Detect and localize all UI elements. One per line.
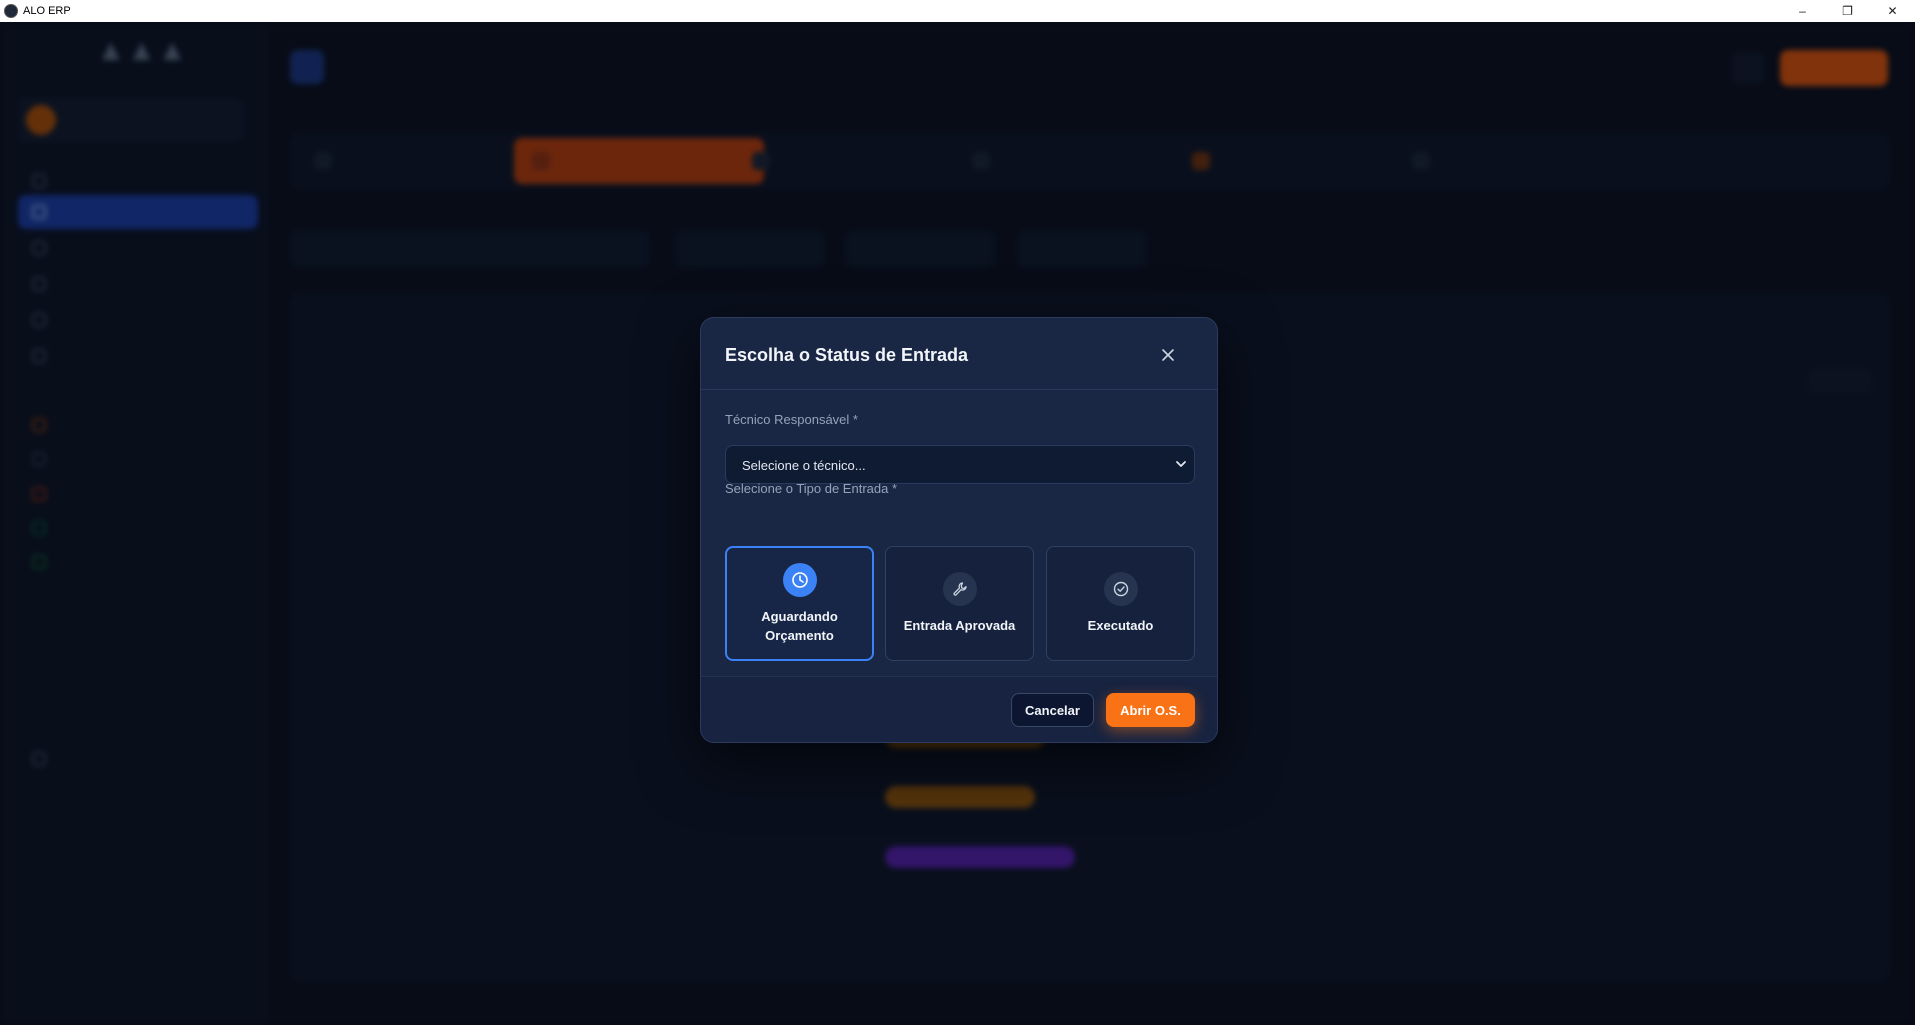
minimize-button[interactable]: –: [1780, 0, 1825, 22]
technician-label: Técnico Responsável *: [725, 412, 858, 427]
dialog-footer: Cancelar Abrir O.S.: [701, 676, 1217, 742]
chevron-down-icon: [1176, 461, 1186, 467]
option-label: Executado: [1087, 618, 1154, 633]
option-awaiting-budget[interactable]: Aguardando Orçamento: [725, 546, 874, 661]
window-titlebar: ALO ERP – ❐ ✕: [0, 0, 1915, 22]
window-title: ALO ERP: [23, 5, 71, 17]
option-entry-approved[interactable]: Entrada Aprovada: [885, 546, 1034, 661]
window-controls: – ❐ ✕: [1780, 0, 1915, 22]
technician-select-value: Selecione o técnico...: [742, 458, 866, 473]
dialog-header: Escolha o Status de Entrada: [701, 318, 1217, 390]
option-label: Entrada Aprovada: [903, 618, 1016, 633]
close-icon: [1162, 349, 1174, 361]
check-circle-icon: [1103, 572, 1138, 606]
technician-select[interactable]: Selecione o técnico...: [725, 445, 1195, 484]
app-logo-icon: [4, 4, 18, 18]
close-dialog-button[interactable]: [1153, 340, 1183, 370]
clock-icon: [782, 562, 817, 597]
cancel-button[interactable]: Cancelar: [1011, 693, 1094, 727]
maximize-button[interactable]: ❐: [1825, 0, 1870, 22]
open-order-button[interactable]: Abrir O.S.: [1106, 693, 1195, 727]
entry-status-dialog: Escolha o Status de Entrada Técnico Resp…: [700, 317, 1218, 743]
entry-type-label: Selecione o Tipo de Entrada *: [725, 481, 898, 496]
option-executed[interactable]: Executado: [1046, 546, 1195, 661]
wrench-icon: [942, 572, 977, 606]
option-label: Aguardando Orçamento: [761, 608, 838, 643]
close-window-button[interactable]: ✕: [1870, 0, 1915, 22]
dialog-title: Escolha o Status de Entrada: [725, 345, 969, 365]
